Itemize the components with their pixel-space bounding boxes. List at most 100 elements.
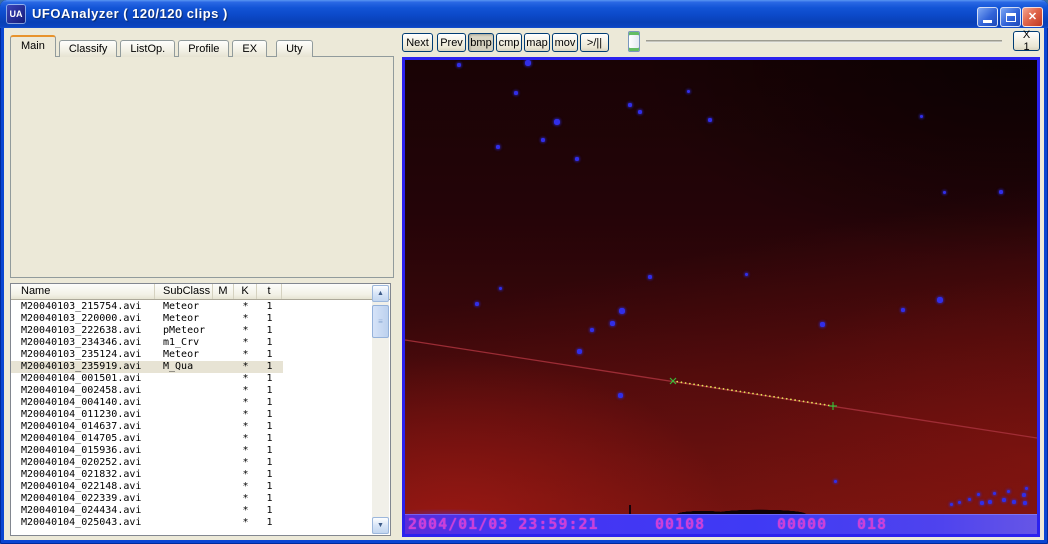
- cell: M20040104_004140.avi: [21, 397, 142, 408]
- cell: [213, 505, 234, 517]
- cell: M20040104_025043.avi: [21, 517, 142, 528]
- cell: 1: [266, 469, 273, 480]
- zoom-x1-button[interactable]: X 1: [1013, 29, 1040, 53]
- viewer-cmp-button[interactable]: cmp: [496, 33, 522, 52]
- close-button[interactable]: ✕: [1022, 7, 1043, 27]
- cell: *: [242, 517, 249, 528]
- column-header-t[interactable]: t: [257, 284, 282, 299]
- list-item[interactable]: M20040104_021832.avi * 1: [11, 469, 373, 481]
- cell: *: [242, 385, 249, 396]
- minimize-button[interactable]: [977, 7, 998, 27]
- cell: M20040104_020252.avi: [21, 457, 142, 468]
- cell: M20040103_235919.avi: [21, 361, 142, 372]
- cell: 1: [266, 433, 273, 444]
- frame-slider-thumb[interactable]: [628, 31, 640, 52]
- cell: *: [242, 445, 249, 456]
- close-icon: ✕: [1027, 10, 1038, 23]
- cell: 1: [266, 493, 273, 504]
- tab-profile[interactable]: Profile: [178, 40, 230, 57]
- list-item[interactable]: M20040103_215754.avi Meteor * 1: [11, 301, 373, 313]
- star: [968, 498, 971, 501]
- cell: 1: [266, 409, 273, 420]
- scroll-thumb[interactable]: ≡: [372, 305, 389, 338]
- tab-ex[interactable]: EX: [232, 40, 268, 57]
- tab-main[interactable]: Main: [10, 35, 56, 57]
- list-item[interactable]: M20040104_011230.avi * 1: [11, 409, 373, 421]
- cell: Meteor: [163, 313, 200, 324]
- list-item[interactable]: M20040103_220000.avi Meteor * 1: [11, 313, 373, 325]
- cell: [155, 397, 213, 409]
- list-item[interactable]: M20040104_001501.avi * 1: [11, 373, 373, 385]
- cell: *: [242, 481, 249, 492]
- list-item[interactable]: M20040104_014705.avi * 1: [11, 433, 373, 445]
- list-item[interactable]: M20040103_235919.avi M_Qua * 1: [11, 361, 373, 373]
- maximize-button[interactable]: [1000, 7, 1021, 27]
- tab-classify[interactable]: Classify: [58, 40, 118, 57]
- star: [920, 115, 923, 118]
- cell: 1: [266, 301, 273, 312]
- antenna-silhouette: [629, 505, 631, 514]
- list-item[interactable]: M20040104_025043.avi * 1: [11, 517, 373, 529]
- cell: [213, 397, 234, 409]
- viewer-mov-button[interactable]: mov: [552, 33, 578, 52]
- star: [1022, 493, 1026, 497]
- cell: M20040104_011230.avi: [21, 409, 142, 420]
- cell: M20040103_222638.avi: [21, 325, 142, 336]
- star: [820, 322, 825, 327]
- cell: *: [242, 397, 249, 408]
- viewer-next-button[interactable]: Next: [402, 33, 433, 52]
- column-header-m[interactable]: M: [213, 284, 234, 299]
- timestamp-text: 2004/01/03 23:59:21: [408, 515, 599, 533]
- cell: *: [242, 457, 249, 468]
- list-item[interactable]: M20040104_014637.avi * 1: [11, 421, 373, 433]
- tab-uty[interactable]: Uty: [276, 40, 313, 57]
- scroll-up-button[interactable]: ▲: [372, 285, 389, 302]
- star: [687, 90, 690, 93]
- scroll-down-button[interactable]: ▼: [372, 517, 389, 534]
- app-icon: UA: [7, 5, 25, 23]
- column-header-k[interactable]: K: [234, 284, 257, 299]
- viewer-prev-button[interactable]: Prev: [437, 33, 466, 52]
- viewer-play-pause-button[interactable]: >/||: [580, 33, 609, 52]
- main-tab-panel: [10, 56, 394, 278]
- list-item[interactable]: M20040104_015936.avi * 1: [11, 445, 373, 457]
- cell: [213, 493, 234, 505]
- star: [708, 118, 712, 122]
- list-scrollbar[interactable]: ▲ ≡ ▼: [372, 285, 389, 534]
- cell: 1: [266, 385, 273, 396]
- list-item[interactable]: M20040103_222638.avi pMeteor * 1: [11, 325, 373, 337]
- star: [475, 302, 479, 306]
- cell: M20040104_002458.avi: [21, 385, 142, 396]
- frame-slider-track[interactable]: [646, 40, 1002, 43]
- star: [618, 393, 623, 398]
- list-item[interactable]: M20040104_020252.avi * 1: [11, 457, 373, 469]
- list-item[interactable]: M20040103_234346.avi m1_Crv * 1: [11, 337, 373, 349]
- cell: *: [242, 505, 249, 516]
- cell: [155, 517, 213, 529]
- clip-list: Name SubClass M Kt M20040103_215754.avi Mete…: [10, 283, 391, 536]
- cell: M20040104_001501.avi: [21, 373, 142, 384]
- cell: [155, 373, 213, 385]
- viewer-bmp-button[interactable]: bmp: [468, 33, 494, 52]
- sky-image: 2004/01/03 23:59:21 00108 00000 018: [405, 60, 1037, 534]
- cell: *: [242, 469, 249, 480]
- cell: *: [242, 301, 249, 312]
- tab-listop[interactable]: ListOp.: [120, 40, 176, 57]
- column-header-subclass[interactable]: SubClass: [155, 284, 213, 299]
- star: [514, 91, 518, 95]
- viewer-map-button[interactable]: map: [524, 33, 550, 52]
- cell: [213, 349, 234, 361]
- list-item[interactable]: M20040104_004140.avi * 1: [11, 397, 373, 409]
- list-item[interactable]: M20040104_024434.avi * 1: [11, 505, 373, 517]
- cell: [213, 337, 234, 349]
- list-item[interactable]: M20040104_022339.avi * 1: [11, 493, 373, 505]
- cell: [213, 409, 234, 421]
- column-header-name[interactable]: Name: [11, 284, 155, 299]
- cell: M20040104_014637.avi: [21, 421, 142, 432]
- list-item[interactable]: M20040104_002458.avi * 1: [11, 385, 373, 397]
- list-item[interactable]: M20040103_235124.avi Meteor * 1: [11, 349, 373, 361]
- list-item[interactable]: M20040104_022148.avi * 1: [11, 481, 373, 493]
- app-window: UA UFOAnalyzer ( 120/120 clips ) ✕ Main C…: [0, 0, 1048, 544]
- star: [628, 103, 632, 107]
- clip-viewer[interactable]: 2004/01/03 23:59:21 00108 00000 018: [402, 57, 1040, 537]
